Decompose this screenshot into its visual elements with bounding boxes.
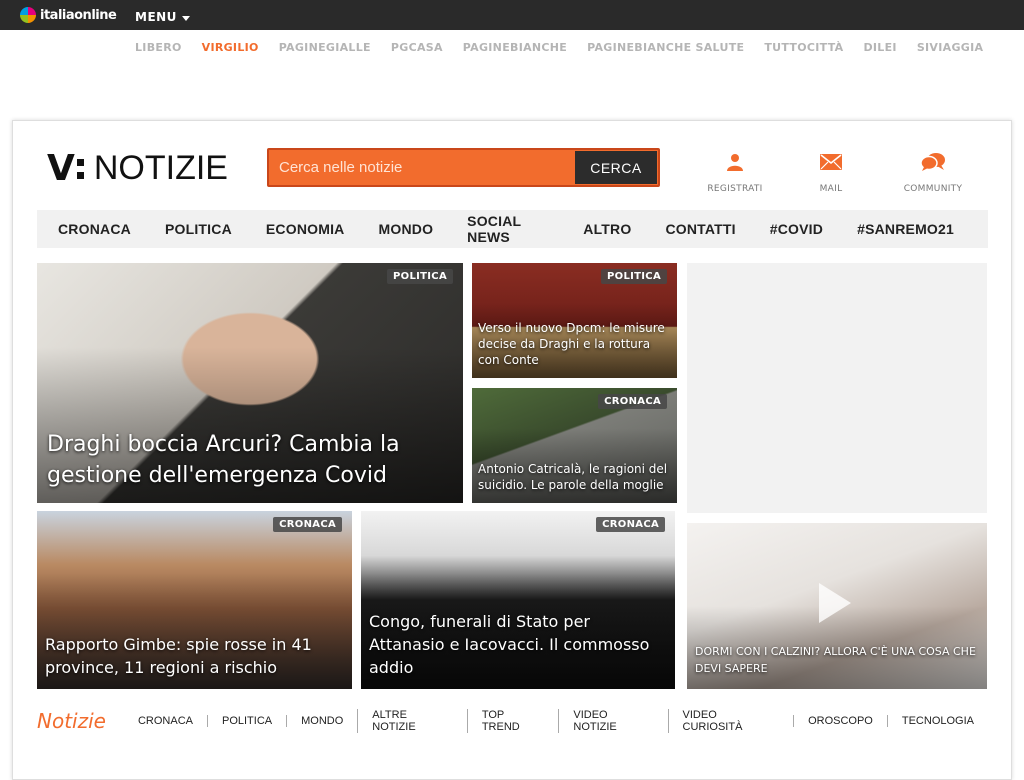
user-icon: [695, 151, 775, 173]
category-mondo[interactable]: MONDO: [379, 221, 434, 237]
envelope-icon: [791, 151, 871, 173]
article-card-main[interactable]: POLITICA Draghi boccia Arcuri? Cambia la…: [37, 263, 463, 503]
virgilio-notizie-logo[interactable]: V NOTIZIE: [47, 149, 228, 188]
notizie-section-title: Notizie: [37, 709, 106, 733]
category-covid[interactable]: #COVID: [770, 221, 823, 237]
network-link-paginegialle[interactable]: PAGINEGIALLE: [279, 41, 371, 54]
category-badge: CRONACA: [273, 517, 342, 532]
network-link-siviaggia[interactable]: SIVIAGGIA: [917, 41, 984, 54]
article-card-bottom-2[interactable]: CRONACA Congo, funerali di Stato per Att…: [361, 511, 675, 689]
menu-button[interactable]: MENU: [135, 10, 190, 24]
mail-link[interactable]: MAIL: [791, 151, 871, 194]
footer-link-politica[interactable]: POLITICA: [206, 715, 286, 727]
network-link-paginebianche-salute[interactable]: PAGINEBIANCHE SALUTE: [587, 41, 744, 54]
category-economia[interactable]: ECONOMIA: [266, 221, 345, 237]
article-title: Rapporto Gimbe: spie rosse in 41 provinc…: [45, 635, 312, 677]
community-label: COMMUNITY: [903, 184, 963, 194]
italiaonline-logo-text: italiaonline: [40, 7, 117, 23]
article-card-top-right-1[interactable]: POLITICA Verso il nuovo Dpcm: le misure …: [472, 263, 677, 378]
footer-link-video-notizie[interactable]: VIDEO NOTIZIE: [558, 709, 667, 733]
network-links: LIBERO VIRGILIO PAGINEGIALLE PGCASA PAGI…: [135, 41, 1003, 54]
community-link[interactable]: COMMUNITY: [893, 151, 973, 194]
menu-label: MENU: [135, 10, 177, 24]
registrati-label: REGISTRATI: [707, 184, 763, 194]
category-badge: CRONACA: [598, 394, 667, 409]
brand-name: NOTIZIE: [93, 149, 228, 187]
brand-colon-icon: [76, 158, 84, 179]
search-input[interactable]: [269, 150, 574, 185]
chat-bubbles-icon: [893, 151, 973, 173]
category-altro[interactable]: ALTRO: [583, 221, 631, 237]
main-content-frame: V NOTIZIE CERCA REGISTRATI MAIL COMMUNIT…: [12, 120, 1012, 780]
category-badge: CRONACA: [596, 517, 665, 532]
brand-letter: V: [47, 147, 75, 189]
category-badge: POLITICA: [601, 269, 667, 284]
network-link-dilei[interactable]: DILEI: [863, 41, 896, 54]
promo-title: DORMI CON I CALZINI? ALLORA C'È UNA COSA…: [695, 645, 976, 675]
article-title: Verso il nuovo Dpcm: le misure decise da…: [478, 321, 665, 367]
footer-link-altre-notizie[interactable]: ALTRE NOTIZIE: [357, 709, 467, 733]
footer-link-tecnologia[interactable]: TECNOLOGIA: [886, 715, 988, 727]
italiaonline-logo[interactable]: italiaonline: [20, 6, 117, 24]
top-bar: italiaonline MENU: [0, 0, 1024, 30]
registrati-link[interactable]: REGISTRATI: [695, 151, 775, 194]
category-nav: CRONACA POLITICA ECONOMIA MONDO SOCIAL N…: [37, 210, 988, 248]
article-title: Congo, funerali di Stato per Attanasio e…: [369, 612, 650, 677]
search-button[interactable]: CERCA: [575, 151, 657, 184]
footer-link-cronaca[interactable]: CRONACA: [138, 715, 207, 727]
article-title: Draghi boccia Arcuri? Cambia la gestione…: [47, 432, 400, 488]
network-link-tuttocitta[interactable]: TUTTOCITTÀ: [764, 41, 843, 54]
advertisement-placeholder: [687, 263, 987, 513]
network-link-pgcasa[interactable]: PGCASA: [391, 41, 443, 54]
footer-link-mondo[interactable]: MONDO: [286, 715, 357, 727]
category-cronaca[interactable]: CRONACA: [58, 221, 131, 237]
search-form: CERCA: [267, 148, 660, 187]
article-title: Antonio Catricalà, le ragioni del suicid…: [478, 462, 668, 492]
network-link-virgilio[interactable]: VIRGILIO: [202, 41, 259, 54]
play-icon: [819, 583, 851, 623]
notizie-footer-nav: Notizie CRONACA POLITICA MONDO ALTRE NOT…: [37, 706, 988, 736]
category-sanremo21[interactable]: #SANREMO21: [857, 221, 954, 237]
mail-label: MAIL: [819, 184, 843, 194]
category-badge: POLITICA: [387, 269, 453, 284]
footer-link-oroscopo[interactable]: OROSCOPO: [793, 715, 887, 727]
italiaonline-logo-icon: [20, 7, 36, 23]
article-card-bottom-1[interactable]: CRONACA Rapporto Gimbe: spie rosse in 41…: [37, 511, 352, 689]
network-link-libero[interactable]: LIBERO: [135, 41, 182, 54]
network-link-paginebianche[interactable]: PAGINEBIANCHE: [463, 41, 567, 54]
category-contatti[interactable]: CONTATTI: [665, 221, 735, 237]
chevron-down-icon: [181, 16, 190, 21]
promo-card[interactable]: DORMI CON I CALZINI? ALLORA C'È UNA COSA…: [687, 523, 987, 689]
category-politica[interactable]: POLITICA: [165, 221, 232, 237]
footer-link-top-trend[interactable]: TOP TREND: [466, 709, 559, 733]
footer-link-video-curiosita[interactable]: VIDEO CURIOSITÀ: [667, 709, 794, 733]
article-card-top-right-2[interactable]: CRONACA Antonio Catricalà, le ragioni de…: [472, 388, 677, 503]
category-social-news[interactable]: SOCIAL NEWS: [467, 213, 549, 245]
